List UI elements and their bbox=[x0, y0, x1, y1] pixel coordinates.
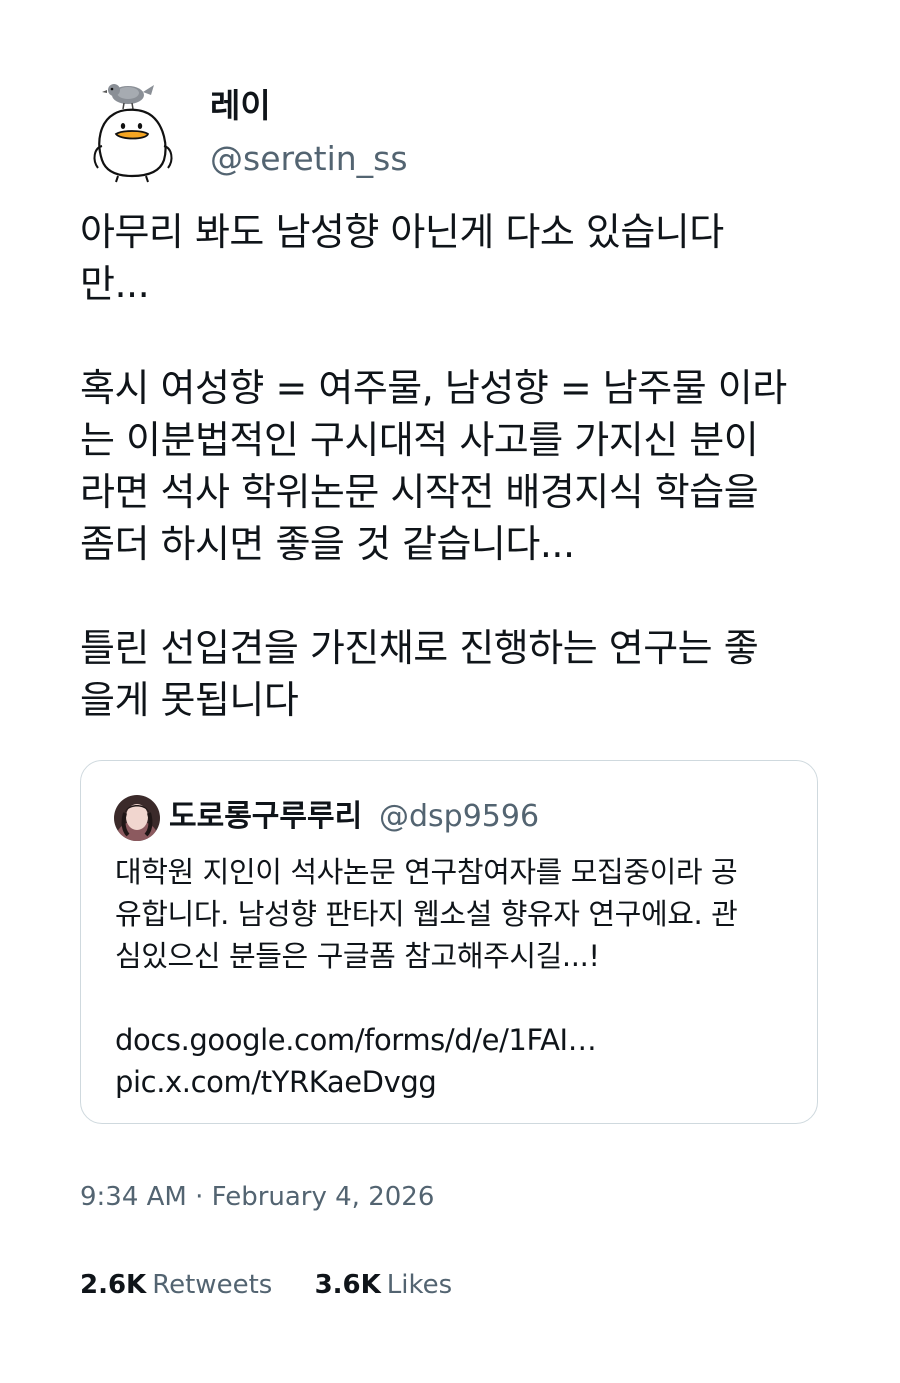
retweets-count: 2.6K bbox=[80, 1270, 147, 1300]
tweet-line: 혹시 여성향 = 여주물, 남성향 = 남주물 이라 bbox=[80, 366, 787, 410]
author-display-name[interactable]: 레이 bbox=[210, 84, 271, 128]
likes-stat[interactable]: 3.6K Likes bbox=[315, 1265, 453, 1305]
quoted-tweet-line: 대학원 지인이 석사논문 연구참여자를 모집중이라 공 bbox=[115, 855, 738, 889]
quoted-author-handle[interactable]: @dsp9596 bbox=[379, 797, 539, 837]
tweet-stats: 2.6K Retweets 3.6K Likes bbox=[80, 1265, 486, 1305]
duck-with-pigeon-avatar-icon bbox=[93, 84, 173, 183]
tweet-line: 만... bbox=[80, 262, 150, 306]
quoted-tweet-text: 대학원 지인이 석사논문 연구참여자를 모집중이라 공 유합니다. 남성향 판타… bbox=[115, 851, 805, 1103]
quoted-tweet-link[interactable]: docs.google.com/forms/d/e/1FAI… bbox=[115, 1019, 805, 1061]
tweet-timestamp[interactable]: 9:34 AM · February 4, 2026 bbox=[80, 1178, 434, 1216]
tweet-line: 는 이분법적인 구시대적 사고를 가지신 분이 bbox=[80, 418, 759, 462]
quoted-tweet-line: 유합니다. 남성향 판타지 웹소설 향유자 연구에요. 관 bbox=[115, 897, 738, 931]
tweet-line: 틀린 선입견을 가진채로 진행하는 연구는 좋 bbox=[80, 626, 759, 670]
quoted-tweet-card[interactable]: 도로롱구루루리 @dsp9596 대학원 지인이 석사논문 연구참여자를 모집중… bbox=[80, 760, 818, 1124]
likes-count: 3.6K bbox=[314, 1270, 381, 1300]
profile-photo-avatar-icon bbox=[114, 795, 160, 841]
tweet-line: 아무리 봐도 남성향 아닌게 다소 있습니다 bbox=[80, 210, 724, 254]
quoted-tweet-link[interactable]: pic.x.com/tYRKaeDvgg bbox=[115, 1061, 805, 1103]
quoted-author-avatar[interactable] bbox=[114, 795, 160, 841]
tweet-text: 아무리 봐도 남성향 아닌게 다소 있습니다 만... 혹시 여성향 = 여주물… bbox=[80, 206, 840, 726]
retweets-stat[interactable]: 2.6K Retweets bbox=[80, 1265, 272, 1305]
author-avatar[interactable] bbox=[88, 76, 184, 184]
quoted-tweet-line: 심있으신 분들은 구글폼 참고해주시길...! bbox=[115, 939, 600, 973]
author-handle[interactable]: @seretin_ss bbox=[210, 137, 408, 181]
tweet-line: 좀더 하시면 좋을 것 같습니다... bbox=[80, 522, 575, 566]
quoted-author-display-name[interactable]: 도로롱구루루리 bbox=[169, 797, 362, 837]
likes-label: Likes bbox=[386, 1270, 453, 1300]
retweets-label: Retweets bbox=[152, 1270, 273, 1300]
tweet-line: 을게 못됩니다 bbox=[80, 678, 299, 722]
tweet-line: 라면 석사 학위논문 시작전 배경지식 학습을 bbox=[80, 470, 759, 514]
